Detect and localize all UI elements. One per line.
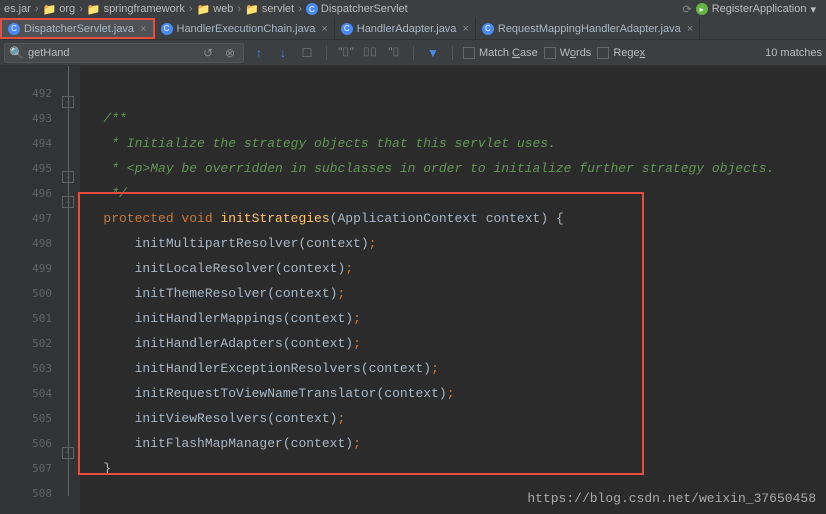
tab-dispatcher-servlet[interactable]: C DispatcherServlet.java × [0,18,155,39]
line-gutter: 492 493 494 495 496 497 498 499 500 501 … [0,66,60,514]
tab-request-mapping-handler-adapter[interactable]: C RequestMappingHandlerAdapter.java × [476,18,700,39]
fold-marker-icon[interactable]: − [62,171,74,183]
next-match-button[interactable]: ↓ [274,44,292,62]
tab-handler-adapter[interactable]: C HandlerAdapter.java × [335,18,476,39]
select-all-button[interactable]: ☐ [298,44,316,62]
match-case-checkbox[interactable]: Match Case [463,47,538,59]
clear-icon[interactable]: ⊗ [221,44,239,62]
close-icon[interactable]: × [140,23,146,35]
filter-icon[interactable]: ▼ [424,44,442,62]
regex-checkbox[interactable]: Regex [597,47,645,59]
close-icon[interactable]: × [321,23,327,35]
toggle-string-button[interactable]: "⌷ [385,44,403,62]
close-icon[interactable]: × [462,23,468,35]
prev-match-button[interactable]: ↑ [250,44,268,62]
watermark: https://blog.csdn.net/weixin_37650458 [527,491,816,506]
run-configuration[interactable]: ⟳ ▸ RegisterApplication ▾ [682,0,816,18]
history-icon[interactable]: ↺ [199,44,217,62]
chevron-right-icon: › [35,3,39,15]
fold-end-icon[interactable]: ┘ [62,447,74,459]
code-content[interactable]: /** * Initialize the strategy objects th… [80,66,826,514]
search-icon: 🔍 [9,46,24,60]
toggle-comment-button[interactable]: ⌷⌷ [361,44,379,62]
tab-handler-execution-chain[interactable]: C HandlerExecutionChain.java × [155,18,335,39]
match-count: 10 matches [765,47,822,59]
words-checkbox[interactable]: Words [544,47,592,59]
editor-tabs: C DispatcherServlet.java × C HandlerExec… [0,18,826,40]
code-editor[interactable]: 492 493 494 495 496 497 498 499 500 501 … [0,66,826,514]
breadcrumb: es.jar › 📁 org › 📁 springframework › 📁 w… [0,0,826,18]
close-icon[interactable]: × [687,23,693,35]
fold-gutter: − − − ┘ [60,66,80,514]
fold-marker-icon[interactable]: − [62,196,74,208]
search-toolbar: 🔍 ↺ ⊗ ↑ ↓ ☐ "⌷" ⌷⌷ "⌷ ▼ Match Case Words… [0,40,826,66]
search-box[interactable]: 🔍 ↺ ⊗ [4,43,244,63]
toggle-in-button[interactable]: "⌷" [337,44,355,62]
fold-marker-icon[interactable]: − [62,96,74,108]
search-input[interactable] [28,47,195,59]
